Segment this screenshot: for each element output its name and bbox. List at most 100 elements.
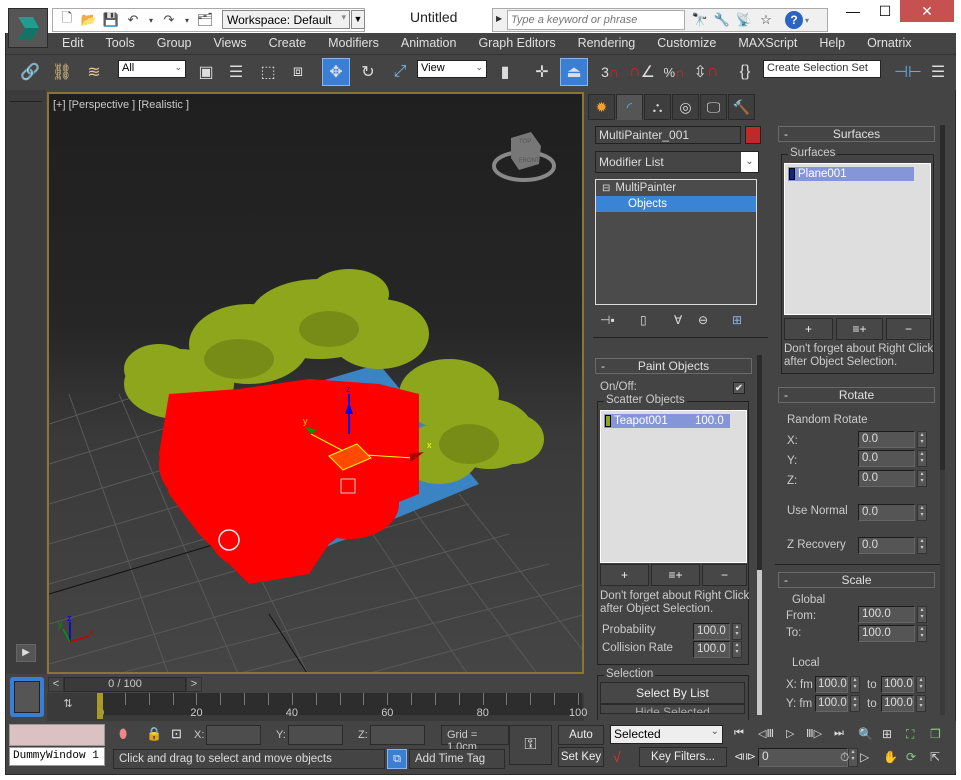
open-file-icon[interactable]: 📂 xyxy=(81,12,97,28)
snaps-toggle-icon[interactable]: 3 ∩ xyxy=(596,58,624,86)
window-crossing-icon[interactable]: ⧈ xyxy=(284,58,312,86)
absolute-mode-icon[interactable]: ⊡ xyxy=(171,726,182,742)
open-mini-curve-editor-icon[interactable]: ⇅ xyxy=(57,697,79,715)
workspace-select[interactable]: Workspace: Default ▾ xyxy=(222,10,350,29)
local-y-from-field[interactable]: 100.0 xyxy=(815,695,848,712)
help-icon[interactable]: ? xyxy=(785,11,803,29)
menu-tools[interactable]: Tools xyxy=(95,36,146,50)
play-icon[interactable]: ▷ xyxy=(786,727,794,740)
tab-utilities[interactable]: 🔨 xyxy=(728,94,755,120)
tab-create[interactable]: ✹ xyxy=(588,94,615,120)
trackbar[interactable]: ⇅ 020406080100 xyxy=(47,693,587,721)
rotate-z-spinner[interactable]: ▴ ▾ xyxy=(917,470,927,487)
maxscript-listener-output[interactable]: DummyWindow 1 xyxy=(9,747,105,766)
auto-key-button[interactable]: Auto Key xyxy=(558,725,604,759)
selected-teapots-red[interactable] xyxy=(159,379,419,584)
remove-surface-button[interactable]: − xyxy=(886,318,931,340)
maximize-button[interactable]: ☐ xyxy=(868,0,902,22)
modifier-stack[interactable]: ⊟ MultiPainter Objects xyxy=(595,179,757,305)
save-icon[interactable]: 💾 xyxy=(103,12,119,28)
rectangular-selection-icon[interactable]: ⬚ xyxy=(254,58,282,86)
set-key-button[interactable]: Set Key xyxy=(558,747,604,767)
select-object-icon[interactable]: ▣ xyxy=(192,58,220,86)
stack-item-objects[interactable]: Objects xyxy=(596,196,756,212)
undo-dropdown-icon[interactable]: ▾ xyxy=(147,12,155,28)
make-unique-icon[interactable]: ∀ xyxy=(674,313,682,327)
menu-graph-editors[interactable]: Graph Editors xyxy=(467,36,566,50)
coord-x-field[interactable] xyxy=(206,725,261,745)
add-scatter-from-list-button[interactable]: ≡+ xyxy=(651,564,700,586)
scale-from-spinner[interactable]: ▴ ▾ xyxy=(917,606,927,623)
use-normal-spinner[interactable]: ▴ ▾ xyxy=(917,504,927,521)
pivot-center-icon[interactable]: ▮ xyxy=(491,58,519,86)
menu-create[interactable]: Create xyxy=(258,36,318,50)
bind-space-warp-icon[interactable]: ≋ xyxy=(80,58,108,86)
collision-rate-field[interactable]: 100.0 xyxy=(693,641,730,658)
minimize-button[interactable]: — xyxy=(836,0,870,22)
surface-item-plane001[interactable]: Plane001 xyxy=(788,167,914,181)
menu-group[interactable]: Group xyxy=(146,36,203,50)
key-icon[interactable]: 🔧 xyxy=(711,12,733,28)
maximize-viewport-toggle-icon[interactable]: ⇱ xyxy=(930,750,940,764)
redo-icon[interactable]: ↷ xyxy=(161,12,177,28)
named-selection-set-input[interactable]: Create Selection Set xyxy=(763,60,881,78)
angle-snap-icon[interactable]: ∩ ∠ xyxy=(628,58,656,86)
tab-hierarchy[interactable]: ⛬ xyxy=(644,94,671,120)
viewport-layout-tab[interactable] xyxy=(10,677,44,717)
use-normal-field[interactable]: 0.0 xyxy=(858,504,915,521)
viewcube[interactable]: TOP FRONT xyxy=(489,124,559,184)
local-y-from-spinner[interactable]: ▴ ▾ xyxy=(850,695,860,712)
rollout-rotate-header[interactable]: - Rotate xyxy=(778,387,935,403)
rotate-y-field[interactable]: 0.0 xyxy=(858,450,915,467)
remove-modifier-icon[interactable]: ⊖ xyxy=(698,313,708,327)
object-name-field[interactable]: MultiPainter_001 xyxy=(595,126,741,144)
current-frame-spinner[interactable]: ▴ ▾ xyxy=(848,748,858,767)
field-of-view-icon[interactable]: ▷ xyxy=(860,750,869,764)
keyboard-shortcut-override-icon[interactable]: ⏏ xyxy=(560,58,588,86)
go-to-start-icon[interactable]: ⏮ xyxy=(734,727,744,740)
rollout-scale-header[interactable]: - Scale xyxy=(778,572,935,588)
menu-customize[interactable]: Customize xyxy=(646,36,727,50)
probability-field[interactable]: 100.0 xyxy=(693,623,730,640)
edit-named-selection-icon[interactable]: {} xyxy=(731,58,759,86)
local-x-to-spinner[interactable]: ▴ ▾ xyxy=(916,676,926,693)
maxscript-mini-listener[interactable] xyxy=(9,724,105,746)
binoculars-icon[interactable]: 🔭 xyxy=(689,12,711,28)
modifier-list-dropdown[interactable]: Modifier List ⌄ xyxy=(595,151,759,173)
tab-modify[interactable]: ◜ xyxy=(616,94,643,120)
viewport-label-menu[interactable]: [+] [Perspective ] [Realistic ] xyxy=(53,99,189,111)
panel-scrollbar[interactable] xyxy=(757,355,762,715)
scatter-item-teapot001[interactable]: Teapot001 100.0 xyxy=(604,414,730,428)
rollout-surfaces-header[interactable]: - Surfaces xyxy=(778,126,935,142)
scrollbar-thumb[interactable] xyxy=(757,570,762,715)
object-color-swatch[interactable] xyxy=(745,126,761,144)
menu-views[interactable]: Views xyxy=(202,36,257,50)
time-configuration-icon[interactable]: ⏱ xyxy=(840,750,849,765)
reference-coordinate-select[interactable]: View ⌄ xyxy=(417,60,487,78)
add-surface-from-list-button[interactable]: ≡+ xyxy=(836,318,883,340)
select-by-name-icon[interactable]: ☰ xyxy=(222,58,250,86)
default-in-out-tangents-icon[interactable]: √ xyxy=(613,749,621,765)
select-and-rotate-icon[interactable]: ↻ xyxy=(354,58,382,86)
configure-modifier-sets-icon[interactable]: ⊞ xyxy=(732,313,742,327)
mirror-icon[interactable]: ⊣⊢ xyxy=(894,58,922,86)
unlink-icon[interactable]: ⛓ xyxy=(48,58,76,86)
add-scatter-object-button[interactable]: + xyxy=(600,564,649,586)
coord-z-field[interactable] xyxy=(370,725,425,745)
rotate-x-field[interactable]: 0.0 xyxy=(858,431,915,448)
zoom-extents-all-icon[interactable]: ❒ xyxy=(930,727,941,741)
qat-customize-button[interactable]: ▼ xyxy=(351,10,365,29)
local-y-to-spinner[interactable]: ▴ ▾ xyxy=(916,695,926,712)
rotate-z-field[interactable]: 0.0 xyxy=(858,470,915,487)
local-x-from-spinner[interactable]: ▴ ▾ xyxy=(850,676,860,693)
expand-arrow-icon[interactable]: ▶ xyxy=(496,14,502,23)
key-mode-select[interactable]: Selected ⌄ xyxy=(610,725,723,744)
next-frame-icon[interactable]: Ⅲ▷ xyxy=(806,727,822,740)
current-frame-field[interactable]: 0 xyxy=(758,748,848,767)
tab-display[interactable]: 🖵 xyxy=(700,94,727,120)
select-manipulate-icon[interactable]: ✛ xyxy=(528,58,556,86)
app-menu-button[interactable] xyxy=(8,8,48,48)
rollout-paint-objects-header[interactable]: - Paint Objects xyxy=(595,358,752,374)
scrollbar-thumb[interactable] xyxy=(940,470,945,715)
percent-snap-icon[interactable]: % ∩ xyxy=(660,58,688,86)
